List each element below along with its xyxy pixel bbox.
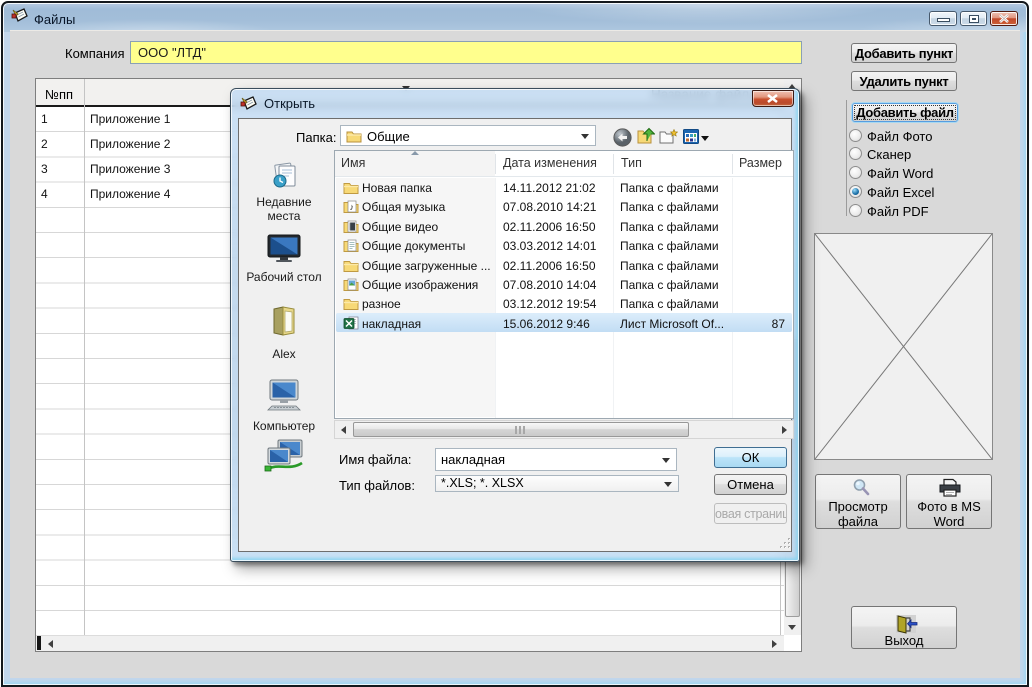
svg-text:♪: ♪ — [350, 202, 355, 212]
